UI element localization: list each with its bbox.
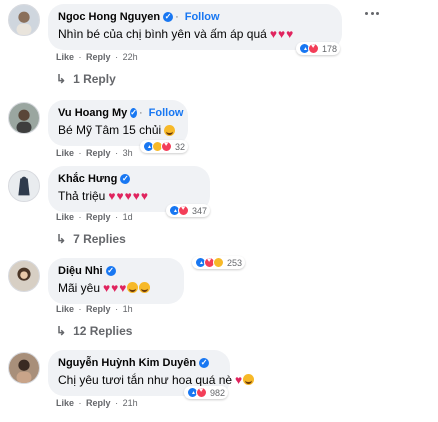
reaction-count: 253: [227, 257, 243, 268]
timestamp[interactable]: 22h: [123, 52, 138, 62]
heart-icon: ♥: [103, 281, 111, 295]
avatar[interactable]: [8, 4, 40, 36]
timestamp[interactable]: 21h: [123, 398, 138, 408]
comment-text: Mãi yêu: [58, 281, 101, 295]
comment-bubble: Diệu Nhi ✓ Mãi yêu ♥ ♥ ♥: [48, 258, 184, 304]
like-link[interactable]: Like: [56, 212, 74, 222]
comment-actions: Like · Reply · 3h: [56, 148, 133, 158]
heart-icon: ♥: [119, 281, 127, 295]
comment-text: Bé Mỹ Tâm 15 chủi: [58, 123, 162, 137]
heart-emojis: ♥ ♥ ♥: [270, 28, 294, 40]
heart-icon: ♥: [140, 189, 148, 203]
reply-arrow-icon: ↳: [56, 324, 67, 338]
reaction-summary[interactable]: 253: [192, 256, 246, 269]
verified-badge-icon: ✓: [199, 358, 210, 368]
avatar[interactable]: [8, 352, 40, 384]
reaction-count: 347: [192, 205, 208, 216]
comment-text: Thả triệu: [58, 189, 106, 203]
heart-icon: ♥: [269, 27, 277, 41]
haha-reaction-icon: [213, 257, 224, 268]
heart-icon: ♥: [108, 189, 116, 203]
love-reaction-icon: [308, 43, 319, 54]
reaction-summary[interactable]: 178: [296, 42, 341, 55]
follow-button[interactable]: Follow: [149, 106, 184, 120]
comment-actions: Like · Reply · 21h: [56, 398, 138, 408]
heart-icon: ♥: [235, 373, 243, 387]
heart-icon: ♥: [132, 189, 140, 203]
verified-badge-icon: ✓: [163, 12, 174, 22]
reply-link[interactable]: Reply: [86, 52, 111, 62]
like-link[interactable]: Like: [56, 398, 74, 408]
commenter-name[interactable]: Diệu Nhi: [58, 264, 103, 278]
commenter-name[interactable]: Ngoc Hong Nguyen: [58, 10, 160, 24]
replies-count-label: 7 Replies: [73, 232, 126, 246]
like-link[interactable]: Like: [56, 148, 74, 158]
reply-link[interactable]: Reply: [86, 212, 111, 222]
verified-badge-icon: ✓: [120, 174, 131, 184]
timestamp[interactable]: 3h: [123, 148, 133, 158]
verified-badge-icon: ✓: [130, 108, 137, 118]
comment-actions: Like · Reply · 22h: [56, 52, 138, 62]
reply-link[interactable]: Reply: [86, 304, 111, 314]
laughing-emoji-icon: [164, 124, 176, 136]
verified-badge-icon: ✓: [105, 266, 116, 276]
avatar[interactable]: [8, 102, 40, 134]
reaction-summary[interactable]: 32: [140, 140, 189, 153]
reply-link[interactable]: Reply: [86, 398, 111, 408]
commenter-name[interactable]: Vu Hoang My: [58, 106, 127, 120]
reply-arrow-icon: ↳: [56, 72, 67, 86]
timestamp[interactable]: 1d: [123, 212, 133, 222]
follow-button[interactable]: Follow: [185, 10, 220, 24]
view-replies-button[interactable]: ↳ 7 Replies: [56, 232, 126, 246]
heart-icon: ♥: [277, 27, 286, 41]
heart-icon: ♥: [116, 189, 124, 203]
avatar[interactable]: [8, 260, 40, 292]
love-reaction-icon: [196, 387, 207, 398]
heart-eyes-emoji-icon: [127, 282, 139, 293]
timestamp[interactable]: 1h: [123, 304, 133, 314]
more-options-icon[interactable]: [365, 12, 379, 16]
love-reaction-icon: [161, 141, 172, 152]
view-replies-button[interactable]: ↳ 1 Reply: [56, 72, 116, 86]
avatar[interactable]: [8, 170, 40, 202]
like-link[interactable]: Like: [56, 52, 74, 62]
heart-eyes-emoji-icon: [139, 282, 151, 293]
replies-count-label: 1 Reply: [73, 72, 116, 86]
reaction-summary[interactable]: 982: [184, 386, 229, 399]
reaction-count: 32: [175, 141, 186, 152]
heart-icon: ♥: [286, 27, 294, 41]
view-replies-button[interactable]: ↳ 12 Replies: [56, 324, 132, 338]
comment-text: Nhìn bé của chị bình yên và ấm áp quá: [58, 27, 267, 41]
like-link[interactable]: Like: [56, 304, 74, 314]
comment-actions: Like · Reply · 1d: [56, 212, 133, 222]
replies-count-label: 12 Replies: [73, 324, 133, 338]
separator-dot: ·: [138, 107, 143, 119]
heart-icon: ♥: [124, 189, 132, 203]
heart-eyes-emoji-icon: [243, 374, 255, 385]
reaction-count: 982: [210, 387, 226, 398]
heart-icon: ♥: [111, 281, 119, 295]
commenter-name[interactable]: Khắc Hưng: [58, 172, 117, 186]
reply-arrow-icon: ↳: [56, 232, 67, 246]
comment-actions: Like · Reply · 1h: [56, 304, 133, 314]
reply-link[interactable]: Reply: [86, 148, 111, 158]
commenter-name[interactable]: Nguyễn Huỳnh Kim Duyên: [58, 356, 196, 370]
reaction-summary[interactable]: 347: [166, 204, 211, 217]
reaction-count: 178: [322, 43, 338, 54]
love-reaction-icon: [178, 205, 189, 216]
separator-dot: ·: [175, 11, 179, 23]
